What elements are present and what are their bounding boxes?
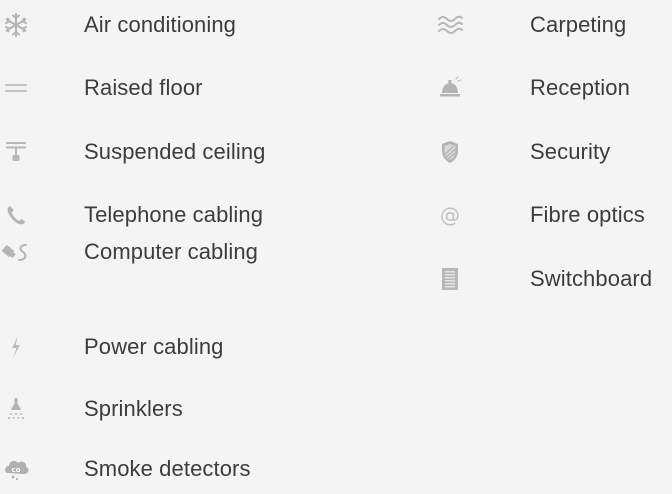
co-detector-icon: co [0,451,34,487]
raised-floor-icon [0,70,34,106]
feature-label: Reception [530,75,630,100]
svg-text:co: co [12,466,21,474]
feature-label: Carpeting [530,12,627,37]
sprinkler-icon [0,391,34,427]
computer-cable-icon [0,234,34,270]
feature-label: Raised floor [84,75,203,100]
svg-text:@: @ [440,203,460,227]
telephone-icon [0,197,34,233]
lightning-icon [0,329,34,365]
features-list: Air conditioning Raised floor Suspended … [0,0,672,494]
feature-label: Fibre optics [530,202,645,227]
reception-bell-icon [432,70,468,106]
ceiling-lamp-icon [0,134,34,170]
feature-label: Suspended ceiling [84,139,266,164]
feature-label: Sprinklers [84,396,183,421]
feature-label: Smoke detectors [84,456,251,481]
feature-label: Switchboard [530,266,653,291]
carpet-waves-icon [432,7,468,43]
at-sign-icon: @ [432,197,468,233]
feature-label: Security [530,139,611,164]
feature-label: Air conditioning [84,12,237,37]
feature-label: Power cabling [84,334,224,359]
switchboard-icon [432,261,468,297]
snowflake-icon [0,7,34,43]
feature-label: Telephone cabling [84,202,264,227]
feature-label: Computer cabling [84,239,259,264]
shield-icon [432,134,468,170]
